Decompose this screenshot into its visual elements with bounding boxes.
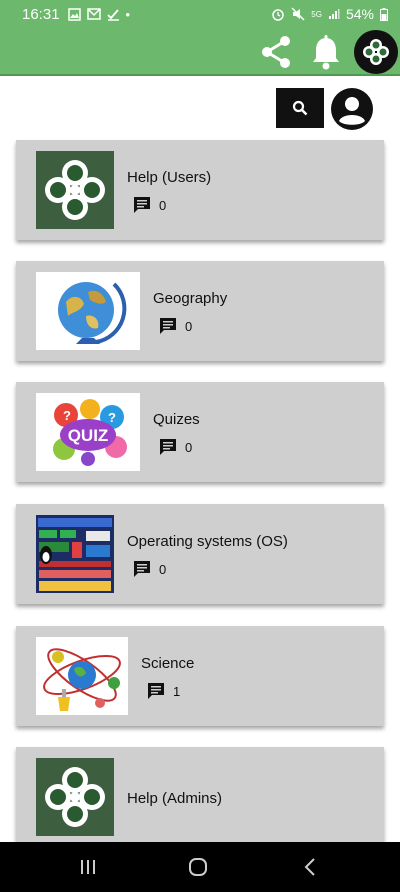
home-button[interactable] xyxy=(178,852,218,882)
top-toolbar xyxy=(0,78,400,136)
comment-icon xyxy=(160,439,176,455)
comment-count-value: 0 xyxy=(185,439,193,455)
svg-text:QUIZ: QUIZ xyxy=(68,426,109,445)
notifications-button[interactable] xyxy=(308,32,344,72)
quiz-bubbles-icon: QUIZ ? ? xyxy=(36,393,140,471)
forum-thumbnail xyxy=(36,637,128,715)
forum-title: Science xyxy=(141,655,195,672)
svg-text:?: ? xyxy=(63,408,71,423)
forum-title: Quizes xyxy=(153,411,200,428)
forum-card-science[interactable]: Science 1 xyxy=(16,626,384,726)
gallery-icon xyxy=(67,7,81,21)
comment-count-value: 1 xyxy=(173,683,181,699)
app-logo-button[interactable] xyxy=(354,30,398,74)
atom-science-icon xyxy=(36,637,128,715)
app-bar xyxy=(0,28,400,76)
mute-icon xyxy=(291,7,305,21)
svg-text:?: ? xyxy=(108,410,116,425)
dot-icon: • xyxy=(125,6,131,22)
back-icon xyxy=(304,858,315,876)
share-button[interactable] xyxy=(256,32,296,72)
share-icon xyxy=(262,36,290,68)
forum-card-help-admins[interactable]: Help (Admins) xyxy=(16,747,384,847)
profile-button[interactable] xyxy=(330,87,374,131)
account-icon xyxy=(331,88,373,130)
task-check-icon xyxy=(106,8,119,21)
forum-title: Operating systems (OS) xyxy=(127,533,288,550)
bell-icon xyxy=(313,35,339,70)
app-logo-icon xyxy=(363,39,389,65)
comment-icon xyxy=(134,561,150,577)
clover-logo-icon xyxy=(36,758,114,836)
comment-count: 0 xyxy=(133,196,166,214)
comment-count: 0 xyxy=(159,438,192,456)
battery-icon xyxy=(380,7,388,21)
comment-count: 0 xyxy=(159,317,192,335)
comment-count-value: 0 xyxy=(159,561,167,577)
forum-card-quizes[interactable]: QUIZ ? ? Quizes 0 xyxy=(16,382,384,482)
os-diagram-icon xyxy=(36,515,114,593)
comment-count-value: 0 xyxy=(185,318,193,334)
forum-title: Help (Admins) xyxy=(127,790,223,807)
status-bar: 16:31 • 5G 54% xyxy=(0,0,400,28)
forum-card-operating-systems[interactable]: Operating systems (OS) 0 xyxy=(16,504,384,604)
forum-thumbnail: QUIZ ? ? xyxy=(36,393,140,471)
forum-title: Geography xyxy=(153,290,228,307)
search-icon xyxy=(292,100,308,116)
forum-card-help-users[interactable]: Help (Users) 0 xyxy=(16,140,384,240)
comment-count-value: 0 xyxy=(159,197,167,213)
comment-icon xyxy=(134,197,150,213)
forum-thumbnail xyxy=(36,272,140,350)
search-button[interactable] xyxy=(276,88,324,128)
battery-percent: 54% xyxy=(345,6,374,22)
globe-icon xyxy=(36,272,140,350)
comment-icon xyxy=(148,683,164,699)
recent-apps-icon xyxy=(81,860,95,874)
mail-icon xyxy=(86,8,101,20)
home-icon xyxy=(189,858,207,876)
clover-logo-icon xyxy=(36,151,114,229)
forum-thumbnail xyxy=(36,515,114,593)
alarm-icon xyxy=(272,9,285,21)
status-time: 16:31 xyxy=(22,5,60,23)
system-nav-bar xyxy=(0,842,400,892)
comment-count: 1 xyxy=(147,682,180,700)
signal-icon xyxy=(328,9,340,19)
forum-card-geography[interactable]: Geography 0 xyxy=(16,261,384,361)
forum-thumbnail xyxy=(36,151,114,229)
back-button[interactable] xyxy=(290,852,330,882)
comment-icon xyxy=(160,318,176,334)
network-label: 5G xyxy=(311,9,322,19)
comment-count: 0 xyxy=(133,560,166,578)
forum-title: Help (Users) xyxy=(127,169,212,186)
recent-apps-button[interactable] xyxy=(68,852,108,882)
forum-thumbnail xyxy=(36,758,114,836)
